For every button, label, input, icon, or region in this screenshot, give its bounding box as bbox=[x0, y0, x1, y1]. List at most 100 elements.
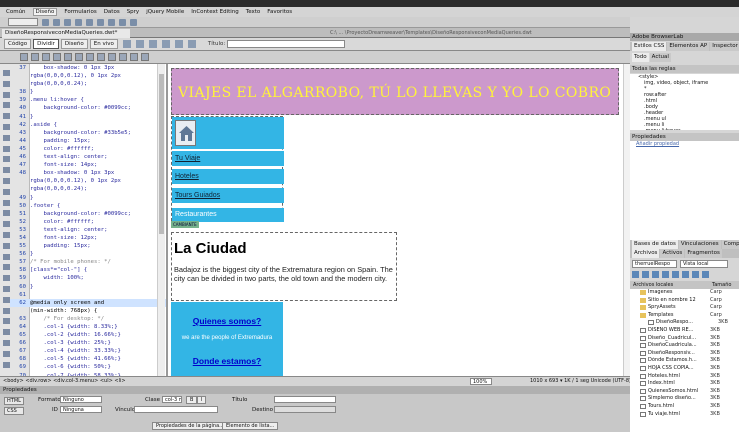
insert-category-6[interactable]: InContext Editing bbox=[191, 9, 239, 15]
gutter-tool-icon[interactable] bbox=[3, 178, 10, 184]
gutter-tool-icon[interactable] bbox=[3, 210, 10, 217]
title-input[interactable] bbox=[274, 396, 336, 403]
file-item[interactable]: Diseño_Cuadricul... 3KB bbox=[640, 335, 739, 343]
tab-assets[interactable]: Activos bbox=[660, 249, 685, 258]
file-item[interactable]: Tu viaje.html 3KB bbox=[640, 411, 739, 419]
file-item[interactable]: Dónde Estamos.h... 3KB bbox=[640, 357, 739, 365]
insert-category-3[interactable]: Datos bbox=[104, 9, 120, 15]
target-select[interactable] bbox=[274, 406, 336, 413]
file-item[interactable]: DISEÑO WEB RE... 3KB bbox=[640, 327, 739, 335]
gutter-tool-icon[interactable] bbox=[3, 134, 10, 141]
gutter-tool-icon[interactable] bbox=[3, 275, 10, 282]
tab-inspector[interactable]: Inspector de bbox=[710, 42, 739, 51]
format-icon[interactable] bbox=[64, 53, 72, 61]
design-view[interactable]: VIAJES EL ALGARROBO, TÚ LO LLEVAS Y YO L… bbox=[166, 64, 630, 376]
gutter-tool-icon[interactable] bbox=[3, 232, 10, 238]
gutter-tool-icon[interactable] bbox=[3, 286, 10, 292]
expand-icon[interactable] bbox=[702, 271, 709, 278]
gutter-tool-icon[interactable] bbox=[3, 113, 10, 120]
insert-icon[interactable] bbox=[119, 18, 126, 26]
gutter-tool-icon[interactable] bbox=[3, 145, 10, 152]
insert-icon[interactable] bbox=[53, 18, 60, 26]
file-item[interactable]: QuienesSomos.html 3KB bbox=[640, 388, 739, 396]
bold-button[interactable]: B bbox=[186, 396, 198, 404]
page-properties-button[interactable]: Propiedades de la página... bbox=[152, 422, 228, 430]
view-select[interactable]: Vista local bbox=[680, 260, 728, 268]
gutter-tool-icon[interactable] bbox=[3, 102, 10, 109]
file-item[interactable]: SpryAssets Carp bbox=[640, 304, 739, 312]
nav-link-hoteles[interactable]: Hoteles bbox=[172, 169, 284, 184]
tab-ap-elements[interactable]: Elementos AP bbox=[667, 42, 710, 51]
format-icon[interactable] bbox=[31, 53, 39, 61]
format-icon[interactable] bbox=[141, 53, 149, 61]
gutter-tool-icon[interactable] bbox=[3, 296, 10, 303]
tab-snippets[interactable]: Fragmentos bbox=[685, 249, 722, 258]
file-item[interactable]: Templates Carp bbox=[640, 312, 739, 320]
compat-icon[interactable] bbox=[187, 40, 196, 48]
code-scrollbar[interactable] bbox=[157, 64, 165, 376]
insert-icon[interactable] bbox=[108, 18, 115, 26]
gutter-tool-icon[interactable] bbox=[3, 156, 10, 163]
gutter-tool-icon[interactable] bbox=[3, 242, 10, 249]
tab-bindings[interactable]: Vinculaciones bbox=[678, 240, 721, 249]
gutter-tool-icon[interactable] bbox=[3, 188, 10, 195]
add-property-link[interactable]: Añadir propiedad bbox=[630, 141, 739, 148]
refresh-icon[interactable] bbox=[642, 271, 649, 278]
view-design-button[interactable]: Diseño bbox=[60, 39, 88, 49]
gutter-tool-icon[interactable] bbox=[3, 350, 10, 357]
file-item[interactable]: HOJA CSS COPIA... 3KB bbox=[640, 365, 739, 373]
zoom-select[interactable]: 100% bbox=[470, 378, 492, 385]
title-input[interactable] bbox=[227, 40, 346, 48]
gutter-tool-icon[interactable] bbox=[3, 91, 10, 98]
gutter-tool-icon[interactable] bbox=[3, 70, 10, 76]
preview-icon[interactable] bbox=[135, 40, 144, 48]
view-code-button[interactable]: Código bbox=[4, 39, 32, 49]
browserlab-title[interactable]: Adobe BrowserLab bbox=[630, 33, 739, 41]
nav-link-tu-viaje[interactable]: Tu Viaje bbox=[172, 151, 284, 166]
file-item[interactable]: DiseñoRespo... 3KB bbox=[640, 319, 739, 327]
home-icon[interactable] bbox=[175, 120, 196, 146]
tab-current[interactable]: Actual bbox=[649, 53, 671, 62]
format-icon[interactable] bbox=[20, 53, 28, 61]
gutter-tool-icon[interactable] bbox=[3, 318, 10, 325]
format-select[interactable]: Ninguno bbox=[60, 396, 102, 403]
insert-category-2[interactable]: Formularios bbox=[64, 9, 96, 15]
insert-category-4[interactable]: Spry bbox=[127, 9, 140, 15]
tab-behaviors[interactable]: Comportam bbox=[721, 240, 739, 249]
insert-category-8[interactable]: Favoritos bbox=[267, 9, 292, 15]
file-item[interactable]: DiseñoResponsiv... 3KB bbox=[640, 350, 739, 358]
gutter-tool-icon[interactable] bbox=[3, 361, 10, 368]
format-icon[interactable] bbox=[75, 53, 83, 61]
file-item[interactable]: DiseñoCuadricula... 3KB bbox=[640, 342, 739, 350]
format-icon[interactable] bbox=[108, 53, 116, 61]
site-select[interactable]: therruelRespo bbox=[632, 260, 677, 268]
nav-link-tours[interactable]: Tours Guiados bbox=[172, 188, 284, 203]
tab-databases[interactable]: Bases de datos bbox=[632, 240, 678, 249]
document-tab[interactable]: DiseñoResponsiveconMediaQueries.dwt* bbox=[2, 29, 130, 38]
design-scrollbar[interactable] bbox=[623, 64, 630, 376]
tab-files[interactable]: Archivos bbox=[632, 249, 660, 258]
insert-icon[interactable] bbox=[86, 18, 93, 26]
format-icon[interactable] bbox=[42, 53, 50, 61]
files-list[interactable]: Imagenes Carp Sitio en nombre 12 Carp SpryAs… bbox=[630, 289, 739, 432]
file-item[interactable]: Sitio en nombre 12 Carp bbox=[640, 297, 739, 305]
format-icon[interactable] bbox=[97, 53, 105, 61]
refresh-icon[interactable] bbox=[148, 40, 157, 48]
insert-category-0[interactable]: Común bbox=[6, 9, 26, 15]
options-icon[interactable] bbox=[161, 40, 170, 48]
insert-icon[interactable] bbox=[42, 18, 49, 26]
view-split-button[interactable]: Dividir bbox=[33, 39, 59, 49]
gutter-tool-icon[interactable] bbox=[3, 199, 10, 206]
css-mode-button[interactable]: CSS bbox=[4, 407, 24, 415]
html-mode-button[interactable]: HTML bbox=[4, 397, 24, 405]
tag-selector[interactable]: <body> <div.row> <div.col-3.menu> <ul> <… bbox=[3, 377, 126, 386]
insert-category-5[interactable]: jQuery Mobile bbox=[146, 9, 184, 15]
insert-icon[interactable] bbox=[64, 18, 71, 26]
insert-icon[interactable] bbox=[97, 18, 104, 26]
view-live-button[interactable]: En vivo bbox=[89, 39, 118, 49]
file-item[interactable]: Tours.html 3KB bbox=[640, 403, 739, 411]
file-item[interactable]: Simplemo diseño... 3KB bbox=[640, 395, 739, 403]
link-input[interactable] bbox=[134, 406, 218, 413]
format-icon[interactable] bbox=[53, 53, 61, 61]
gutter-tool-icon[interactable] bbox=[3, 253, 10, 260]
